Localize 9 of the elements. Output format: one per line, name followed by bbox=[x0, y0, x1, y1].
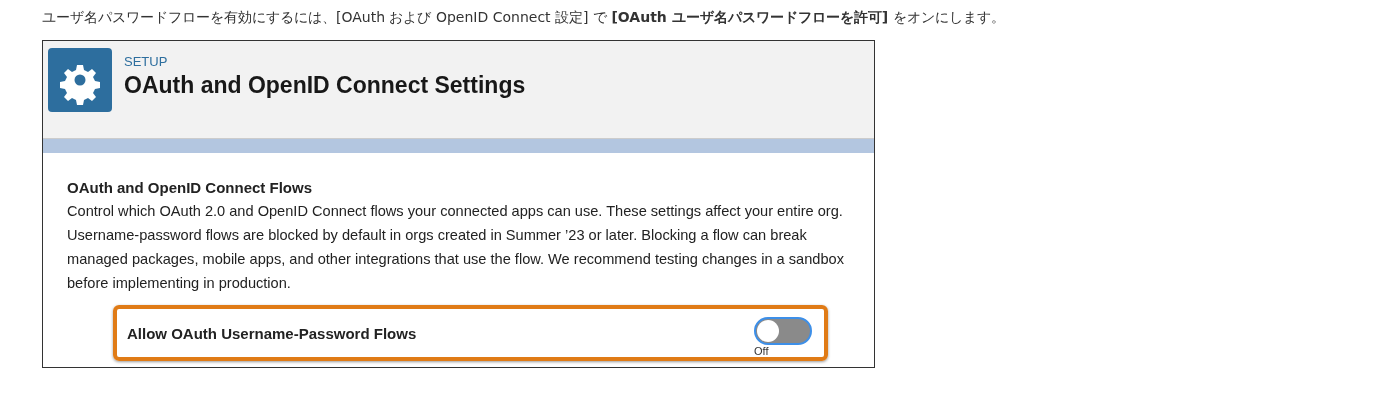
instruction-text: ユーザ名パスワードフローを有効にするには、[OAuth および OpenID Connect 設定] で [OAuth ユーザ名パスワードフローを許可] をオンにします。 bbox=[42, 8, 1006, 27]
section-heading: OAuth and OpenID Connect Flows bbox=[67, 179, 313, 196]
setting-label: Allow OAuth Username-Password Flows bbox=[127, 324, 417, 344]
toggle-state-label: Off bbox=[754, 345, 769, 357]
page-title: OAuth and OpenID Connect Settings bbox=[124, 72, 526, 99]
gear-icon bbox=[48, 48, 112, 112]
breadcrumb-label: SETUP bbox=[124, 54, 169, 69]
toggle-switch[interactable] bbox=[754, 317, 812, 345]
section-description: Control which OAuth 2.0 and OpenID Connect flows your connected apps can use. These settings affect your entire org. Username-password flows are blocked by default in orgs created in Summer ’23 or later. Blocking a flow can break managed packages, mobile apps, and other integrations that use the flow. We recommend testing changes in a sandbox before implementing in production. bbox=[67, 202, 845, 293]
